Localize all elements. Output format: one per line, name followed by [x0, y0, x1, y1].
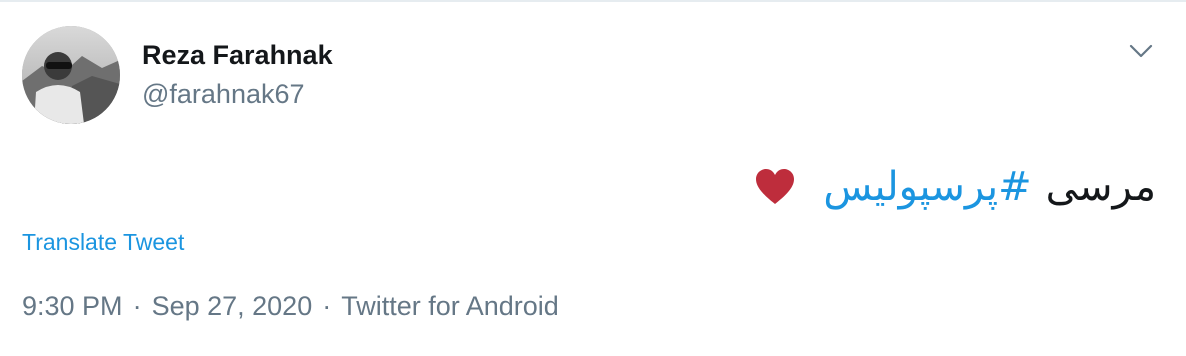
meta-separator: · — [132, 291, 142, 321]
author-handle[interactable]: @farahnak67 — [142, 79, 305, 110]
tweet-text: مرسی #پرسپولیس — [755, 152, 1156, 222]
author-display-name[interactable]: Reza Farahnak — [142, 40, 333, 71]
tweet-metadata: 9:30 PM · Sep 27, 2020 · Twitter for Android — [22, 291, 559, 322]
tweet-menu-button[interactable] — [1124, 38, 1158, 64]
tweet-time[interactable]: 9:30 PM — [22, 291, 123, 322]
tweet-card: Reza Farahnak @farahnak67 مرسی #پرسپولیس… — [0, 0, 1186, 356]
red-heart-icon — [756, 169, 795, 204]
meta-separator: · — [322, 291, 332, 321]
tweet-source[interactable]: Twitter for Android — [341, 291, 559, 322]
tweet-word: مرسی — [1045, 164, 1156, 210]
hashtag-link[interactable]: #پرسپولیس — [823, 152, 1031, 222]
chevron-down-icon — [1129, 44, 1153, 58]
translate-tweet-link[interactable]: Translate Tweet — [22, 229, 184, 256]
tweet-date[interactable]: Sep 27, 2020 — [152, 291, 313, 322]
avatar[interactable] — [22, 26, 120, 124]
profile-photo-icon — [22, 26, 120, 124]
